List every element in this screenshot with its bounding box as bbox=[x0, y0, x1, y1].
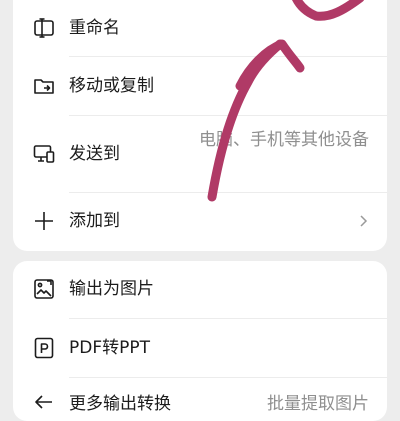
chevron-right-icon bbox=[357, 212, 369, 230]
menu-item-label: 添加到 bbox=[69, 211, 120, 231]
devices-icon bbox=[32, 142, 56, 166]
pdf-to-ppt-icon bbox=[32, 336, 56, 360]
more-convert-hint: 批量提取图片 bbox=[267, 394, 369, 414]
menu-item-send-to[interactable]: 发送到 电脑、手机等其他设备 bbox=[13, 116, 387, 192]
menu-item-pdf-to-ppt[interactable]: PDF转PPT bbox=[13, 319, 387, 377]
menu-item-rename[interactable]: 重命名 bbox=[13, 0, 387, 57]
folder-move-icon bbox=[32, 74, 56, 98]
menu-item-label: 重命名 bbox=[69, 18, 120, 38]
menu-item-add-to[interactable]: 添加到 bbox=[13, 193, 387, 251]
send-to-hint: 电脑、手机等其他设备 bbox=[199, 130, 369, 150]
menu-card-export: 输出为图片 PDF转PPT 更多输出转换 批量提取图片 bbox=[13, 261, 387, 421]
more-convert-icon bbox=[32, 392, 56, 416]
menu-item-label: 输出为图片 bbox=[69, 279, 154, 299]
menu-item-label: 移动或复制 bbox=[69, 76, 154, 96]
menu-item-export-image[interactable]: 输出为图片 bbox=[13, 261, 387, 318]
menu-item-label: 更多输出转换 bbox=[69, 394, 171, 414]
menu-card-primary: 重命名 移动或复制 发送到 电脑、手机等其他设备 添加到 bbox=[13, 0, 387, 251]
menu-item-label: PDF转PPT bbox=[69, 338, 151, 358]
menu-item-label: 发送到 bbox=[69, 144, 120, 164]
plus-icon bbox=[32, 209, 56, 233]
rename-icon bbox=[32, 16, 56, 40]
export-image-icon bbox=[32, 277, 56, 301]
menu-item-move-copy[interactable]: 移动或复制 bbox=[13, 57, 387, 115]
